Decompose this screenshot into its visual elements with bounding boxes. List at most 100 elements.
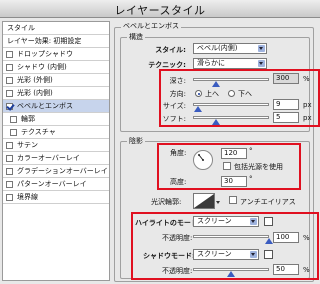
list-item-gradient-overlay[interactable]: グラデーションオーバーレイ (3, 165, 109, 178)
angle-dial[interactable] (193, 150, 213, 170)
list-item-pattern-overlay[interactable]: パターンオーバーレイ (3, 178, 109, 191)
global-light-checkbox[interactable] (223, 162, 231, 170)
shadow-opacity-label: 不透明度: (162, 267, 193, 275)
size-unit: px (303, 101, 312, 109)
list-item-label: テクスチャ (21, 128, 56, 136)
shadow-opacity-thumb[interactable] (227, 271, 235, 277)
inner-glow-checkbox[interactable] (6, 90, 13, 97)
gloss-contour-label: 光沢輪郭: (151, 198, 182, 206)
gloss-contour-picker[interactable] (193, 193, 215, 209)
technique-select[interactable]: 滑らかに (193, 58, 267, 69)
highlight-color-swatch[interactable] (264, 217, 273, 226)
list-item-label: 光彩 (内側) (17, 89, 53, 97)
soften-input[interactable]: 5 (273, 112, 299, 123)
chevron-down-icon (250, 218, 257, 225)
altitude-unit: ° (249, 175, 253, 183)
structure-group-title: 構造 (127, 32, 145, 42)
styles-list-panel: スタイル レイヤー効果: 初期設定 ドロップシャドウ シャドウ (内側) 光彩 … (2, 21, 110, 281)
direction-up-radio[interactable] (195, 90, 202, 97)
highlight-mode-label: ハイライトのモード: (135, 219, 201, 227)
list-item-drop-shadow[interactable]: ドロップシャドウ (3, 48, 109, 61)
list-item-inner-glow[interactable]: 光彩 (内側) (3, 87, 109, 100)
depth-unit: % (303, 75, 310, 83)
highlight-opacity-unit: % (303, 234, 310, 242)
window-title: レイヤースタイル (114, 4, 206, 17)
list-item-label: カラーオーバーレイ (17, 154, 80, 162)
list-item-satin[interactable]: サテン (3, 139, 109, 152)
satin-checkbox[interactable] (6, 142, 13, 149)
drop-shadow-checkbox[interactable] (6, 51, 13, 58)
angle-indicator-icon (198, 154, 204, 161)
angle-input[interactable]: 120 (221, 148, 247, 159)
list-item-contour[interactable]: 輪郭 (3, 113, 109, 126)
size-input[interactable]: 9 (273, 99, 299, 110)
texture-checkbox[interactable] (10, 129, 17, 136)
chevron-down-icon (258, 60, 265, 67)
soften-slider-thumb[interactable] (211, 119, 220, 125)
list-item-label: 光彩 (外側) (17, 76, 53, 84)
gradient-overlay-checkbox[interactable] (6, 168, 13, 175)
stroke-checkbox[interactable] (6, 194, 13, 201)
depth-input[interactable]: 300 (273, 73, 299, 84)
list-item-styles[interactable]: スタイル (3, 22, 109, 35)
color-overlay-checkbox[interactable] (6, 155, 13, 162)
antialias-checkbox[interactable] (229, 196, 237, 204)
list-item-texture[interactable]: テクスチャ (3, 126, 109, 139)
list-item-label: 境界線 (17, 193, 38, 201)
highlight-opacity-thumb[interactable] (265, 238, 273, 244)
contour-checkbox[interactable] (10, 116, 17, 123)
highlight-mode-value: スクリーン (197, 217, 232, 225)
shadow-mode-select[interactable]: スクリーン (193, 249, 259, 260)
depth-slider-track[interactable] (193, 78, 269, 81)
bevel-emboss-checkbox[interactable] (6, 103, 13, 110)
contour-curve-icon (194, 194, 214, 208)
shading-group-title: 陰影 (127, 136, 145, 146)
list-item-label: ベベルとエンボス (17, 102, 73, 110)
list-item-inner-shadow[interactable]: シャドウ (内側) (3, 61, 109, 74)
direction-up-label: 上へ (205, 90, 219, 98)
size-slider-track[interactable] (193, 103, 269, 106)
direction-down-label: 下へ (238, 90, 252, 98)
soften-unit: px (303, 114, 312, 122)
highlight-opacity-label: 不透明度: (162, 234, 193, 242)
highlight-opacity-input[interactable]: 100 (273, 232, 299, 243)
direction-label: 方向: (169, 90, 186, 98)
pattern-overlay-checkbox[interactable] (6, 181, 13, 188)
style-select[interactable]: ベベル(内側) (193, 43, 267, 54)
angle-label: 角度: (170, 149, 187, 157)
shadow-mode-value: スクリーン (197, 250, 232, 258)
list-item-label: スタイル (7, 24, 35, 32)
altitude-input[interactable]: 30 (221, 176, 247, 187)
direction-down-radio[interactable] (228, 90, 235, 97)
chevron-down-icon[interactable] (216, 201, 220, 204)
soften-label: ソフト: (162, 115, 186, 123)
bevel-emboss-group-title: ベベルとエンボス (121, 21, 181, 31)
depth-label: 深さ: (169, 77, 186, 85)
list-item-stroke[interactable]: 境界線 (3, 191, 109, 204)
chevron-down-icon (258, 45, 265, 52)
highlight-mode-select[interactable]: スクリーン (193, 216, 259, 227)
outer-glow-checkbox[interactable] (6, 77, 13, 84)
angle-unit: ° (249, 147, 253, 155)
depth-slider-thumb[interactable] (211, 81, 220, 87)
altitude-label: 高度: (170, 178, 187, 186)
style-label: スタイル: (155, 46, 186, 54)
shadow-mode-label: シャドウモード: (143, 252, 195, 260)
list-item-outer-glow[interactable]: 光彩 (外側) (3, 74, 109, 87)
global-light-label: 包括光源を使用 (234, 163, 283, 171)
shadow-opacity-unit: % (303, 266, 310, 274)
shadow-opacity-input[interactable]: 50 (273, 264, 299, 275)
title-bar: レイヤースタイル (0, 0, 320, 18)
technique-select-value: 滑らかに (197, 59, 225, 67)
list-item-label: シャドウ (内側) (17, 63, 67, 71)
shadow-color-swatch[interactable] (264, 250, 273, 259)
list-item-color-overlay[interactable]: カラーオーバーレイ (3, 152, 109, 165)
chevron-down-icon (250, 251, 257, 258)
highlight-opacity-track[interactable] (193, 235, 269, 238)
list-item-bevel-emboss[interactable]: ベベルとエンボス (3, 100, 109, 113)
soften-slider-track[interactable] (193, 116, 269, 119)
size-slider-thumb[interactable] (193, 106, 202, 112)
inner-shadow-checkbox[interactable] (6, 64, 13, 71)
list-item-blending-options[interactable]: レイヤー効果: 初期設定 (3, 35, 109, 48)
list-item-label: 輪郭 (21, 115, 35, 123)
